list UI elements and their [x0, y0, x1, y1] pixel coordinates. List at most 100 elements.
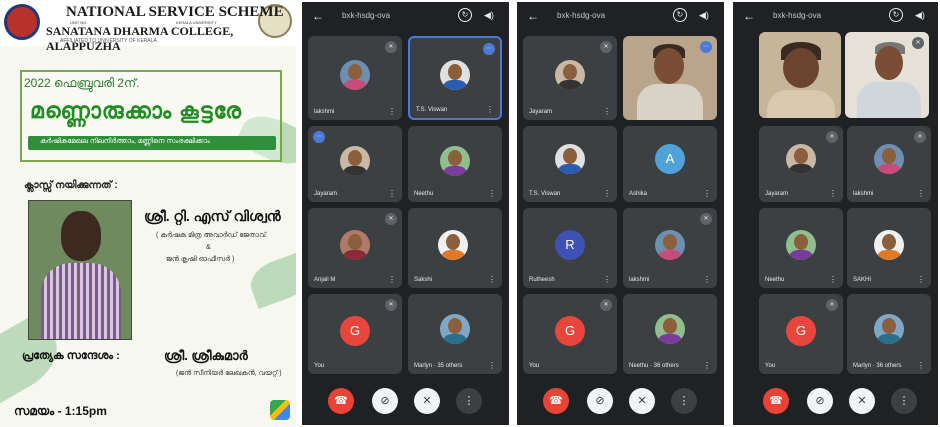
special-message-label: പ്രത്യേക സന്ദേശം : [22, 350, 120, 362]
meeting-code[interactable]: bxk-hsdg-ova [557, 11, 605, 20]
speaking-icon: ⋯ [313, 131, 325, 143]
poster-subtitle: കർഷികമേഖല നിലനിർത്താം, മണ്ണിനെ സംരക്ഷിക്… [40, 138, 210, 145]
participant-name: Marlyn · 36 others [853, 363, 902, 369]
arrow-left-icon[interactable]: ← [743, 9, 755, 23]
arrow-left-icon[interactable]: ← [312, 9, 324, 23]
avatar [786, 144, 816, 174]
participant-name: lakshmi [314, 109, 335, 115]
more-vert-icon[interactable]: ⋮ [703, 189, 711, 198]
participant-name: Anjali M [314, 277, 336, 283]
participant-tile-self[interactable]: G ✕ You [523, 294, 617, 374]
participant-tile[interactable]: Sakshi ⋮ [408, 208, 502, 288]
avatar [440, 314, 470, 344]
avatar [655, 230, 685, 260]
participant-tile-self[interactable]: G ✕ You [308, 294, 402, 374]
more-vert-icon[interactable]: ⋮ [388, 189, 396, 198]
participant-tile[interactable]: Neethu ⋮ [408, 126, 502, 202]
participant-name: T.S. Viswan [416, 107, 448, 113]
speaker-amp: & [206, 244, 211, 251]
mic-off-icon: ✕ [826, 131, 838, 143]
guest-name: ശ്രീ. ശ്രീകുമാർ [164, 348, 248, 363]
more-options-button[interactable]: ⋮ [671, 388, 697, 414]
mic-off-icon: ✕ [700, 213, 712, 225]
camera-switch-icon[interactable]: ↻ [458, 8, 472, 22]
speaking-icon: ⋯ [700, 41, 712, 53]
arrow-left-icon[interactable]: ← [527, 9, 539, 23]
more-vert-icon[interactable]: ⋮ [388, 107, 396, 116]
end-call-button[interactable]: ☎ [543, 388, 569, 414]
more-vert-icon[interactable]: ⋮ [829, 189, 837, 198]
participant-tile[interactable]: ✕ lakshmi ⋮ [623, 208, 717, 288]
more-vert-icon[interactable]: ⋮ [703, 361, 711, 370]
avatar: G [555, 316, 585, 346]
participant-tile[interactable]: ✕ lakshmi ⋮ [308, 36, 402, 120]
mic-off-button[interactable]: ✕ [849, 388, 875, 414]
participant-tile-overflow[interactable]: Marlyn · 35 others ⋮ [408, 294, 502, 374]
mic-off-button[interactable]: ✕ [414, 388, 440, 414]
participant-name: lakshmi [853, 191, 874, 197]
speaker-icon[interactable]: ◀) [699, 10, 709, 21]
participant-tile[interactable]: ✕ lakshmi ⋮ [847, 126, 931, 202]
camera-off-button[interactable]: ⊘ [807, 388, 833, 414]
speaker-role: ജൻ കൃഷി ഓഫീസർ ) [166, 256, 235, 263]
more-options-button[interactable]: ⋮ [891, 388, 917, 414]
more-vert-icon[interactable]: ⋮ [917, 189, 925, 198]
avatar [786, 230, 816, 260]
participant-tile[interactable]: R Rutheesh ⋮ [523, 208, 617, 288]
participant-tile[interactable]: ✕ Anjali M ⋮ [308, 208, 402, 288]
speaking-icon: ⋯ [483, 43, 495, 55]
more-vert-icon[interactable]: ⋮ [703, 275, 711, 284]
meeting-code[interactable]: bxk-hsdg-ova [342, 11, 390, 20]
mic-off-icon: ✕ [385, 299, 397, 311]
college-logo-icon [4, 4, 40, 40]
end-call-button[interactable]: ☎ [328, 388, 354, 414]
participant-tile-active[interactable]: ⋯ T.S. Viswan ⋮ [408, 36, 502, 120]
participant-tile[interactable]: ✕ Jayaram ⋮ [759, 126, 843, 202]
participant-video[interactable] [759, 32, 841, 118]
more-vert-icon[interactable]: ⋮ [917, 275, 925, 284]
participant-tile-overflow[interactable]: Marlyn · 36 others ⋮ [847, 294, 931, 374]
meeting-code[interactable]: bxk-hsdg-ova [773, 11, 821, 20]
more-vert-icon[interactable]: ⋮ [829, 275, 837, 284]
poster-affiliation: AFFILIATED TO UNIVERSITY OF KERALA [60, 38, 157, 44]
end-call-button[interactable]: ☎ [763, 388, 789, 414]
screenshot-collage: NATIONAL SERVICE SCHEME UNIT NO. KERALA … [0, 0, 940, 427]
participant-tile[interactable]: A Ashika ⋮ [623, 126, 717, 202]
more-vert-icon[interactable]: ⋮ [488, 361, 496, 370]
camera-switch-icon[interactable]: ↻ [889, 8, 903, 22]
participant-tile-self[interactable]: G ✕ You [759, 294, 843, 374]
participant-tile[interactable]: Neethu ⋮ [759, 208, 843, 288]
camera-off-button[interactable]: ⊘ [372, 388, 398, 414]
more-options-button[interactable]: ⋮ [456, 388, 482, 414]
participant-tile[interactable]: ⋯ Jayaram ⋮ [308, 126, 402, 202]
more-vert-icon[interactable]: ⋮ [486, 105, 494, 114]
more-vert-icon[interactable]: ⋮ [488, 189, 496, 198]
event-poster: NATIONAL SERVICE SCHEME UNIT NO. KERALA … [0, 0, 296, 427]
camera-switch-icon[interactable]: ↻ [673, 8, 687, 22]
avatar [340, 146, 370, 176]
participant-video[interactable]: ⋯ [623, 36, 717, 120]
mic-off-button[interactable]: ✕ [629, 388, 655, 414]
poster-class-by-label: ക്ലാസ്സ് നയിക്കുന്നത് : [24, 180, 118, 191]
avatar [340, 60, 370, 90]
participant-tile-overflow[interactable]: Neethu · 36 others ⋮ [623, 294, 717, 374]
avatar: R [555, 230, 585, 260]
more-vert-icon[interactable]: ⋮ [603, 189, 611, 198]
speaker-icon[interactable]: ◀) [915, 10, 925, 21]
avatar [440, 146, 470, 176]
more-vert-icon[interactable]: ⋮ [388, 275, 396, 284]
speaker-icon[interactable]: ◀) [484, 10, 494, 21]
speaker-name: ശ്രീ. റ്റി. എസ് വിശ്വൻ [144, 208, 281, 224]
participant-tile[interactable]: ✕ Jayaram ⋮ [523, 36, 617, 120]
more-vert-icon[interactable]: ⋮ [603, 107, 611, 116]
more-vert-icon[interactable]: ⋮ [603, 275, 611, 284]
more-vert-icon[interactable]: ⋮ [917, 361, 925, 370]
participant-tile[interactable]: T.S. Viswan ⋮ [523, 126, 617, 202]
participant-video[interactable]: ✕ [845, 32, 929, 118]
participant-name: Jayaram [529, 109, 553, 115]
more-vert-icon[interactable]: ⋮ [488, 275, 496, 284]
participant-tile[interactable]: SAKHI ⋮ [847, 208, 931, 288]
mic-off-icon: ✕ [600, 41, 612, 53]
camera-off-button[interactable]: ⊘ [587, 388, 613, 414]
avatar [874, 314, 904, 344]
